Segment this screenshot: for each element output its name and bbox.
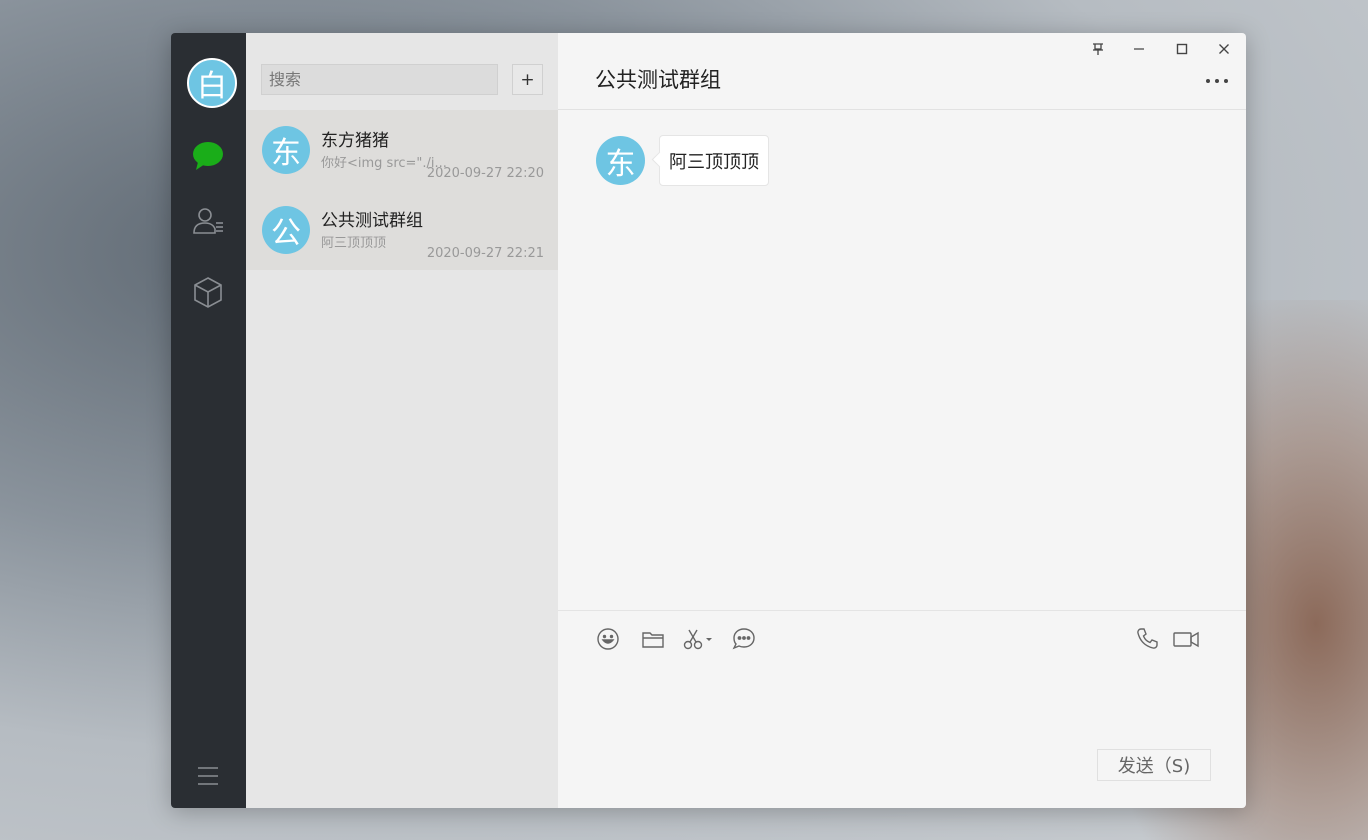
add-button[interactable]: + (512, 64, 543, 95)
conversation-item[interactable]: 东 东方猪猪 你好<img src="./i... 2020-09-27 22:… (246, 110, 558, 190)
conversation-avatar: 公 (262, 206, 310, 254)
my-avatar[interactable]: 白 (187, 58, 237, 108)
maximize-icon[interactable] (1172, 41, 1192, 57)
chat-history-icon[interactable] (731, 626, 757, 652)
voice-call-icon[interactable] (1134, 626, 1160, 652)
chat-pane: 公共测试群组 东 阿三顶顶顶 发送（S) (558, 33, 1246, 808)
message-bubble[interactable]: 阿三顶顶顶 (659, 135, 769, 186)
contacts-nav-icon[interactable] (191, 205, 225, 239)
conversation-time: 2020-09-27 22:21 (426, 246, 544, 261)
minimize-icon[interactable] (1129, 41, 1149, 57)
conversation-name: 东方猪猪 (321, 131, 389, 151)
pin-icon[interactable] (1088, 41, 1108, 57)
send-button[interactable]: 发送（S) (1097, 749, 1211, 781)
sender-avatar[interactable]: 东 (596, 136, 645, 185)
nav-rail: 白 (171, 33, 246, 808)
message-input[interactable] (594, 661, 1210, 741)
app-window: 白 搜索 + 东 东方猪猪 你好<img src="./i... 2020-09… (171, 33, 1246, 808)
conversation-list: 东 东方猪猪 你好<img src="./i... 2020-09-27 22:… (246, 110, 558, 270)
folder-icon[interactable] (640, 626, 666, 652)
chat-nav-icon[interactable] (191, 139, 225, 173)
message-row: 东 阿三顶顶顶 (596, 135, 769, 186)
emoji-icon[interactable] (595, 626, 621, 652)
box-nav-icon[interactable] (191, 275, 225, 309)
chat-title: 公共测试群组 (595, 68, 721, 92)
menu-icon[interactable] (196, 766, 220, 786)
conversation-list-panel: + 东 东方猪猪 你好<img src="./i... 2020-09-27 2… (246, 33, 558, 808)
conversation-avatar: 东 (262, 126, 310, 174)
composer: 发送（S) (558, 610, 1246, 808)
close-icon[interactable] (1214, 41, 1234, 57)
conversation-name: 公共测试群组 (321, 211, 423, 231)
video-call-icon[interactable] (1172, 626, 1200, 652)
screenshot-scissors-icon[interactable] (682, 626, 714, 652)
conversation-time: 2020-09-27 22:20 (426, 166, 544, 181)
search-input[interactable] (261, 64, 498, 95)
conversation-item-selected[interactable]: 公 公共测试群组 阿三顶顶顶 2020-09-27 22:21 (246, 190, 558, 270)
more-options-icon[interactable] (1204, 71, 1230, 83)
